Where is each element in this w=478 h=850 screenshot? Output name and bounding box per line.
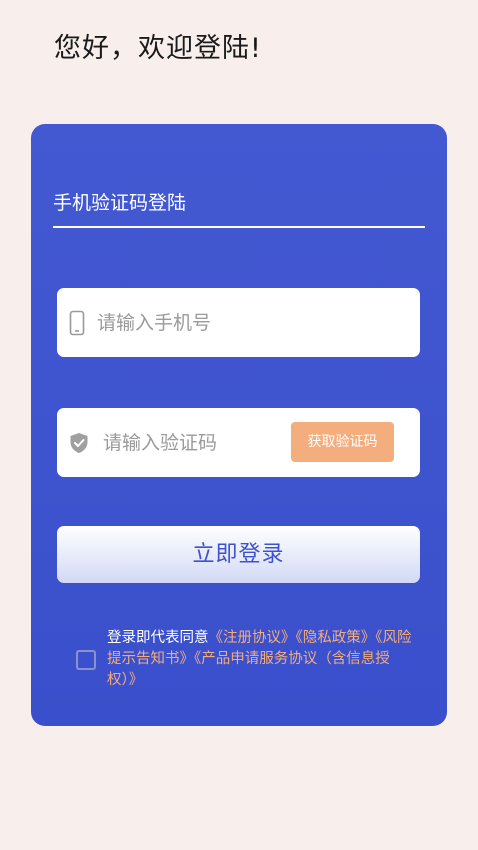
agreement-prefix: 登录即代表同意 xyxy=(107,630,209,646)
phone-input[interactable] xyxy=(97,288,397,357)
tab-underline xyxy=(53,226,425,228)
code-input[interactable] xyxy=(103,408,283,477)
get-code-button[interactable]: 获取验证码 xyxy=(291,422,394,462)
login-button[interactable]: 立即登录 xyxy=(57,526,420,583)
shield-check-icon xyxy=(69,432,89,454)
tab-sms-login[interactable]: 手机验证码登陆 xyxy=(53,188,186,215)
phone-icon xyxy=(69,310,85,336)
code-field[interactable]: 获取验证码 xyxy=(57,408,420,477)
page-title: 您好，欢迎登陆! xyxy=(54,33,262,64)
login-card: 手机验证码登陆 获取验证码 立即登录 登录即代表同意《注册协议》《隐私政策》《风… xyxy=(31,124,447,726)
link-privacy-policy[interactable]: 《隐私政策》 xyxy=(296,630,376,646)
phone-field[interactable] xyxy=(57,288,420,357)
agreement-text: 登录即代表同意《注册协议》《隐私政策》《风险提示告知书》《产品申请服务协议（含信… xyxy=(107,628,417,691)
link-registration-agreement[interactable]: 《注册协议》 xyxy=(209,630,296,646)
agreement-checkbox[interactable] xyxy=(76,650,96,670)
